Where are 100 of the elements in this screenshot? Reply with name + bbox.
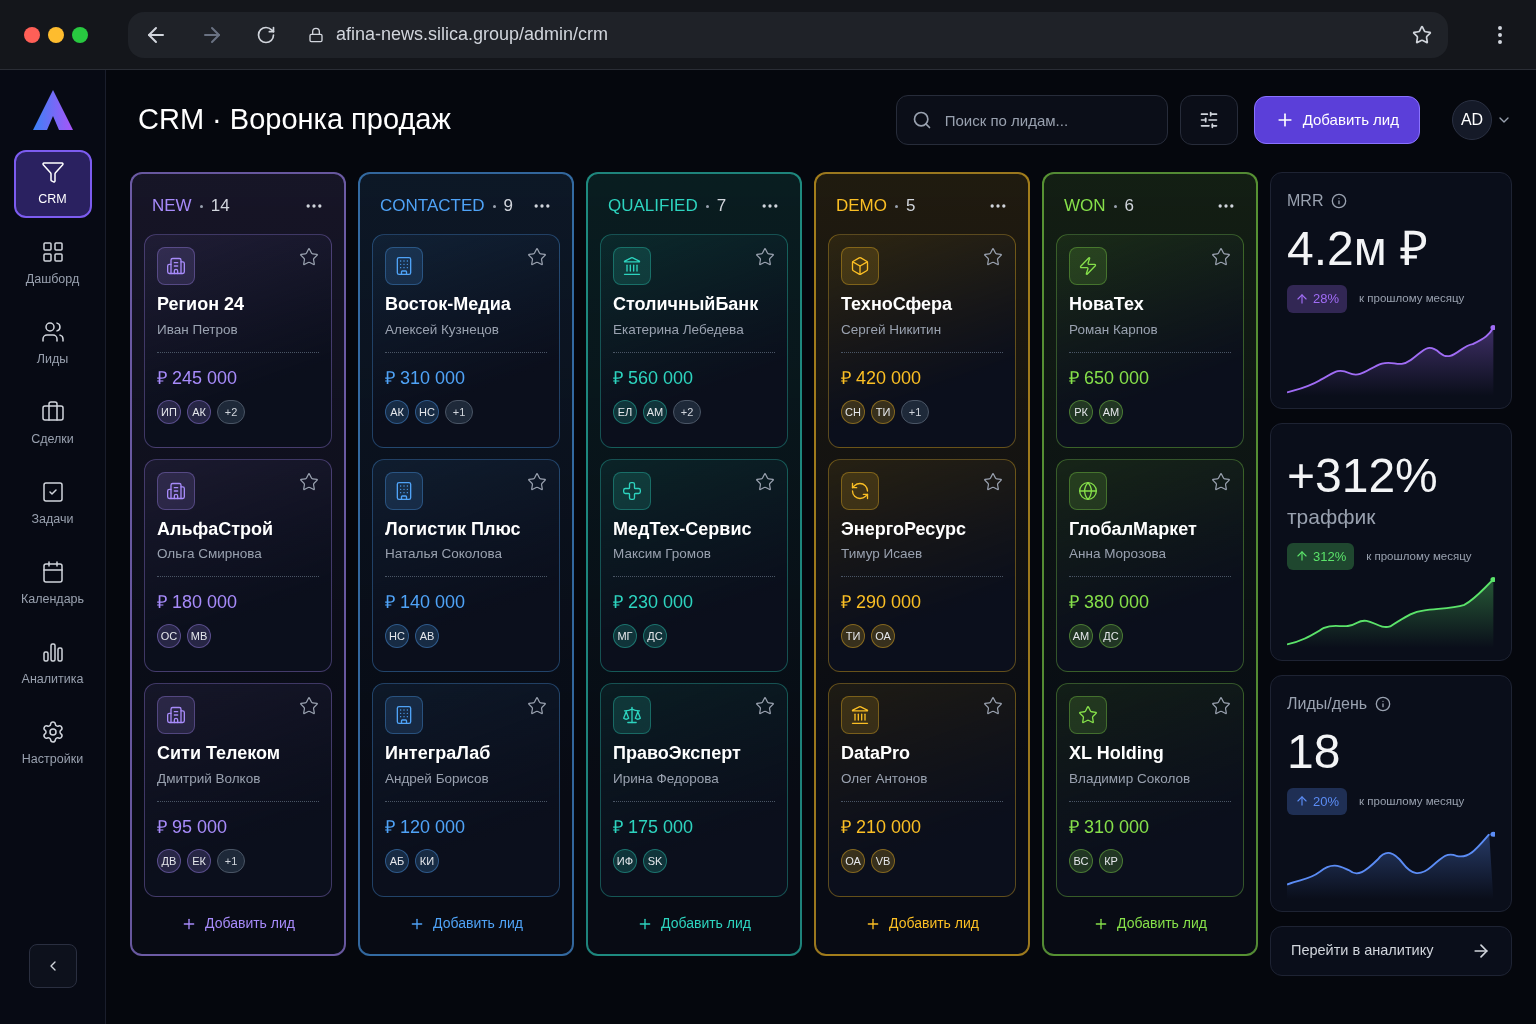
nav-item[interactable]: Аналитика (13, 630, 92, 698)
deal-amount: ₽ 120 000 (385, 816, 467, 840)
lead-card[interactable]: ГлобалМаркет Анна Морозова ₽ 380 000 АМ ДС (1056, 458, 1244, 673)
add-lead-link[interactable]: Добавить лид (637, 913, 751, 934)
add-lead-link[interactable]: Добавить лид (1093, 913, 1207, 934)
contact-name: Анна Морозова (1069, 545, 1168, 564)
maximize-window-button[interactable] (72, 26, 88, 43)
star-icon[interactable] (527, 696, 547, 717)
lead-card[interactable]: Логистик Плюс Наталья Соколова ₽ 140 000 НС АВ (372, 458, 560, 673)
star-icon[interactable] (1211, 471, 1231, 492)
company-name: СтоличныйБанк (613, 293, 760, 316)
cube-icon (850, 256, 870, 276)
avatar-initials: ОС (157, 624, 181, 649)
contact-name: Тимур Исаев (841, 545, 924, 564)
nav-item[interactable]: Настройки (13, 710, 92, 778)
address-bar[interactable]: afina-news.silica.group/admin/crm (128, 11, 1448, 58)
nav-item[interactable]: Лиды (13, 310, 92, 378)
building-icon (394, 256, 414, 276)
company-name: ТехноСфера (841, 293, 954, 316)
star-icon[interactable] (527, 471, 547, 492)
lead-card[interactable]: DataPro Олег Антонов ₽ 210 000 ОА VB (828, 683, 1016, 897)
company-name: Восток-Медиа (385, 293, 512, 316)
star-icon[interactable] (1211, 247, 1231, 267)
user-avatar[interactable]: AD (1452, 100, 1492, 140)
info-icon[interactable] (1375, 695, 1392, 712)
avatar-initials: ВС (1069, 849, 1093, 874)
lead-card[interactable]: Восток-Медиа Алексей Кузнецов ₽ 310 000 АК НС +1 (372, 234, 560, 448)
deal-amount: ₽ 310 000 (385, 366, 467, 390)
avatar-initials: АМ (643, 399, 667, 424)
close-window-button[interactable] (24, 26, 40, 43)
star-icon[interactable] (983, 696, 1003, 717)
more-count: +2 (217, 399, 245, 424)
contact-name: Иван Петров (157, 320, 239, 339)
nav-item[interactable]: Дашборд (13, 230, 92, 298)
deal-amount: ₽ 245 000 (157, 366, 239, 390)
avatar-initials: ДС (1099, 624, 1123, 649)
nav-item[interactable]: Задачи (13, 470, 92, 538)
lead-card[interactable]: НоваТех Роман Карпов ₽ 650 000 РК АМ (1056, 234, 1244, 448)
avatar-initials: АК (385, 399, 409, 424)
nav-item[interactable]: Календарь (13, 550, 92, 618)
star-icon[interactable] (299, 247, 319, 267)
lead-card[interactable]: АльфаСтрой Ольга Смирнова ₽ 180 000 ОС МВ (144, 458, 332, 673)
company-name: ИнтеграЛаб (385, 742, 492, 765)
filter-button[interactable] (1179, 95, 1238, 145)
more-count: +1 (217, 849, 245, 874)
analytics-link[interactable]: Перейти в аналитику (1270, 926, 1512, 976)
lightning-icon (1078, 256, 1098, 276)
lead-card[interactable]: ТехноСфера Сергей Никитин ₽ 420 000 СН ТИ +1 (828, 234, 1016, 448)
lead-card[interactable]: Сити Телеком Дмитрий Волков ₽ 95 000 ДВ ЕК +1 (144, 683, 332, 897)
add-lead-button[interactable]: Добавить лид (1253, 96, 1420, 144)
star-icon[interactable] (1211, 696, 1231, 717)
avatar-initials: АБ (385, 849, 409, 874)
lead-card[interactable]: МедТех-Сервис Максим Громов ₽ 230 000 МГ ДС (600, 458, 788, 673)
contact-name: Сергей Никитин (841, 320, 943, 339)
star-icon[interactable] (299, 696, 319, 717)
column-count: 7 (716, 195, 727, 218)
contact-name: Ирина Федорова (613, 769, 720, 788)
nav-item[interactable]: Сделки (13, 390, 92, 458)
minimize-window-button[interactable] (48, 26, 64, 43)
lead-card[interactable]: СтоличныйБанк Екатерина Лебедева ₽ 560 000 ЕЛ АМ +2 (600, 234, 788, 448)
avatar-initials: КР (1099, 849, 1123, 874)
contact-name: Алексей Кузнецов (385, 320, 501, 339)
users-icon (40, 319, 65, 344)
company-name: НоваТех (1069, 293, 1145, 316)
reload-icon[interactable] (256, 24, 276, 45)
change-note: к прошлому месяцу (1366, 548, 1472, 564)
building-icon (394, 480, 414, 501)
company-name: АльфаСтрой (157, 517, 275, 541)
star-icon[interactable] (983, 471, 1003, 492)
star-icon[interactable] (299, 471, 319, 492)
stat-value: +312% (1287, 452, 1439, 501)
star-icon[interactable] (983, 247, 1003, 267)
add-lead-link[interactable]: Добавить лид (865, 913, 979, 934)
lead-card[interactable]: Регион 24 Иван Петров ₽ 245 000 ИП АК +2 (144, 234, 332, 448)
star-icon[interactable] (755, 696, 775, 717)
deal-amount: ₽ 175 000 (613, 816, 695, 840)
add-lead-link[interactable]: Добавить лид (181, 913, 295, 934)
avatar-initials: ОА (871, 624, 895, 649)
avatar-initials: АВ (415, 624, 439, 649)
lead-card[interactable]: ИнтеграЛаб Андрей Борисов ₽ 120 000 АБ КИ (372, 683, 560, 897)
star-icon[interactable] (755, 247, 775, 267)
company-name: МедТех-Сервис (613, 517, 753, 541)
info-icon[interactable] (1331, 193, 1348, 209)
column-count: 14 (210, 195, 230, 218)
star-icon[interactable] (527, 247, 547, 267)
deal-amount: ₽ 210 000 (841, 816, 923, 840)
nav-item[interactable]: CRM (13, 150, 92, 218)
lead-card[interactable]: ПравоЭксперт Ирина Федорова ₽ 175 000 ИФ SK (600, 683, 788, 897)
search-field[interactable]: Поиск по лидам... (895, 95, 1168, 145)
deal-amount: ₽ 140 000 (385, 591, 467, 615)
bookmark-star-icon[interactable] (1412, 24, 1432, 45)
lock-icon (308, 26, 324, 43)
add-lead-link[interactable]: Добавить лид (409, 913, 523, 934)
lead-card[interactable]: XL Holding Владимир Соколов ₽ 310 000 ВС КР (1056, 683, 1244, 897)
star-icon[interactable] (755, 471, 775, 492)
funnel-icon (40, 159, 65, 184)
building-icon (166, 480, 186, 501)
cross-icon (622, 480, 642, 501)
lead-card[interactable]: ЭнергоРесурс Тимур Исаев ₽ 290 000 ТИ ОА (828, 458, 1016, 673)
checkbox-icon (40, 479, 65, 504)
